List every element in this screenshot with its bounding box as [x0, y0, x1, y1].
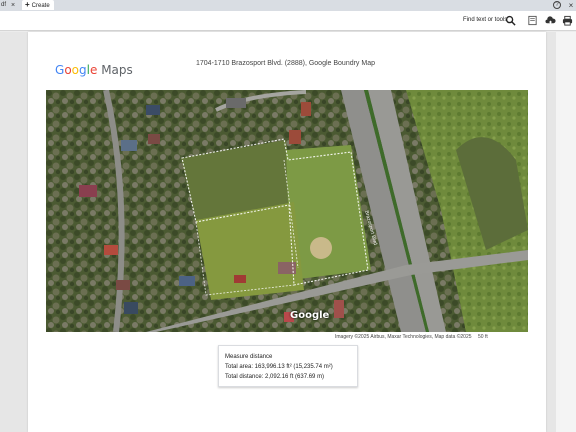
document-viewer[interactable]: Google Maps 1704-1710 Brazosport Blvd. (… — [0, 32, 576, 432]
logo-letter-o2: o — [71, 63, 79, 77]
map-scale: 50 ft — [478, 334, 488, 340]
measure-title: Measure distance — [225, 354, 273, 360]
document-page: Google Maps 1704-1710 Brazosport Blvd. (… — [28, 32, 546, 432]
search-icon[interactable] — [505, 15, 516, 26]
window-close-icon[interactable]: × — [566, 0, 576, 11]
measure-total-area: Total area: 163,996.13 ft² (15,235.74 m²… — [225, 364, 333, 370]
document-title: 1704-1710 Brazosport Blvd. (2888), Googl… — [196, 60, 375, 67]
tab-create[interactable]: + Create — [22, 0, 54, 10]
tab-partial-label[interactable]: df — [0, 0, 6, 11]
map-imagery — [46, 90, 528, 332]
measure-distance-panel: Measure distance Total area: 163,996.13 … — [218, 345, 358, 387]
tab-strip: df × + Create ? × — [0, 0, 576, 11]
upload-icon[interactable] — [545, 15, 556, 26]
plus-icon: + — [25, 0, 30, 9]
logo-maps-word: Maps — [101, 63, 133, 77]
map-attribution: Imagery ©2025 Airbus, Maxar Technologies… — [335, 334, 472, 340]
print-icon[interactable] — [562, 15, 573, 26]
toolbar: Find text or tools — [0, 11, 576, 31]
logo-letter-o1: o — [64, 63, 72, 77]
satellite-map[interactable]: Brazosport Blvd Google — [46, 90, 528, 332]
tab-close-icon[interactable]: × — [9, 0, 17, 11]
google-maps-logo: Google Maps — [55, 63, 133, 77]
find-text-or-tools-button[interactable]: Find text or tools — [463, 17, 507, 23]
google-watermark: Google — [290, 310, 330, 321]
viewer-scrollbar[interactable] — [556, 32, 576, 432]
measure-total-distance: Total distance: 2,092.16 ft (637.69 m) — [225, 374, 325, 380]
tab-create-label: Create — [31, 3, 50, 9]
logo-letter-e: e — [89, 63, 98, 77]
logo-letter-g2: g — [79, 63, 87, 77]
help-icon[interactable]: ? — [553, 1, 561, 9]
logo-letter-g: G — [55, 63, 65, 77]
save-page-icon[interactable] — [527, 15, 538, 26]
